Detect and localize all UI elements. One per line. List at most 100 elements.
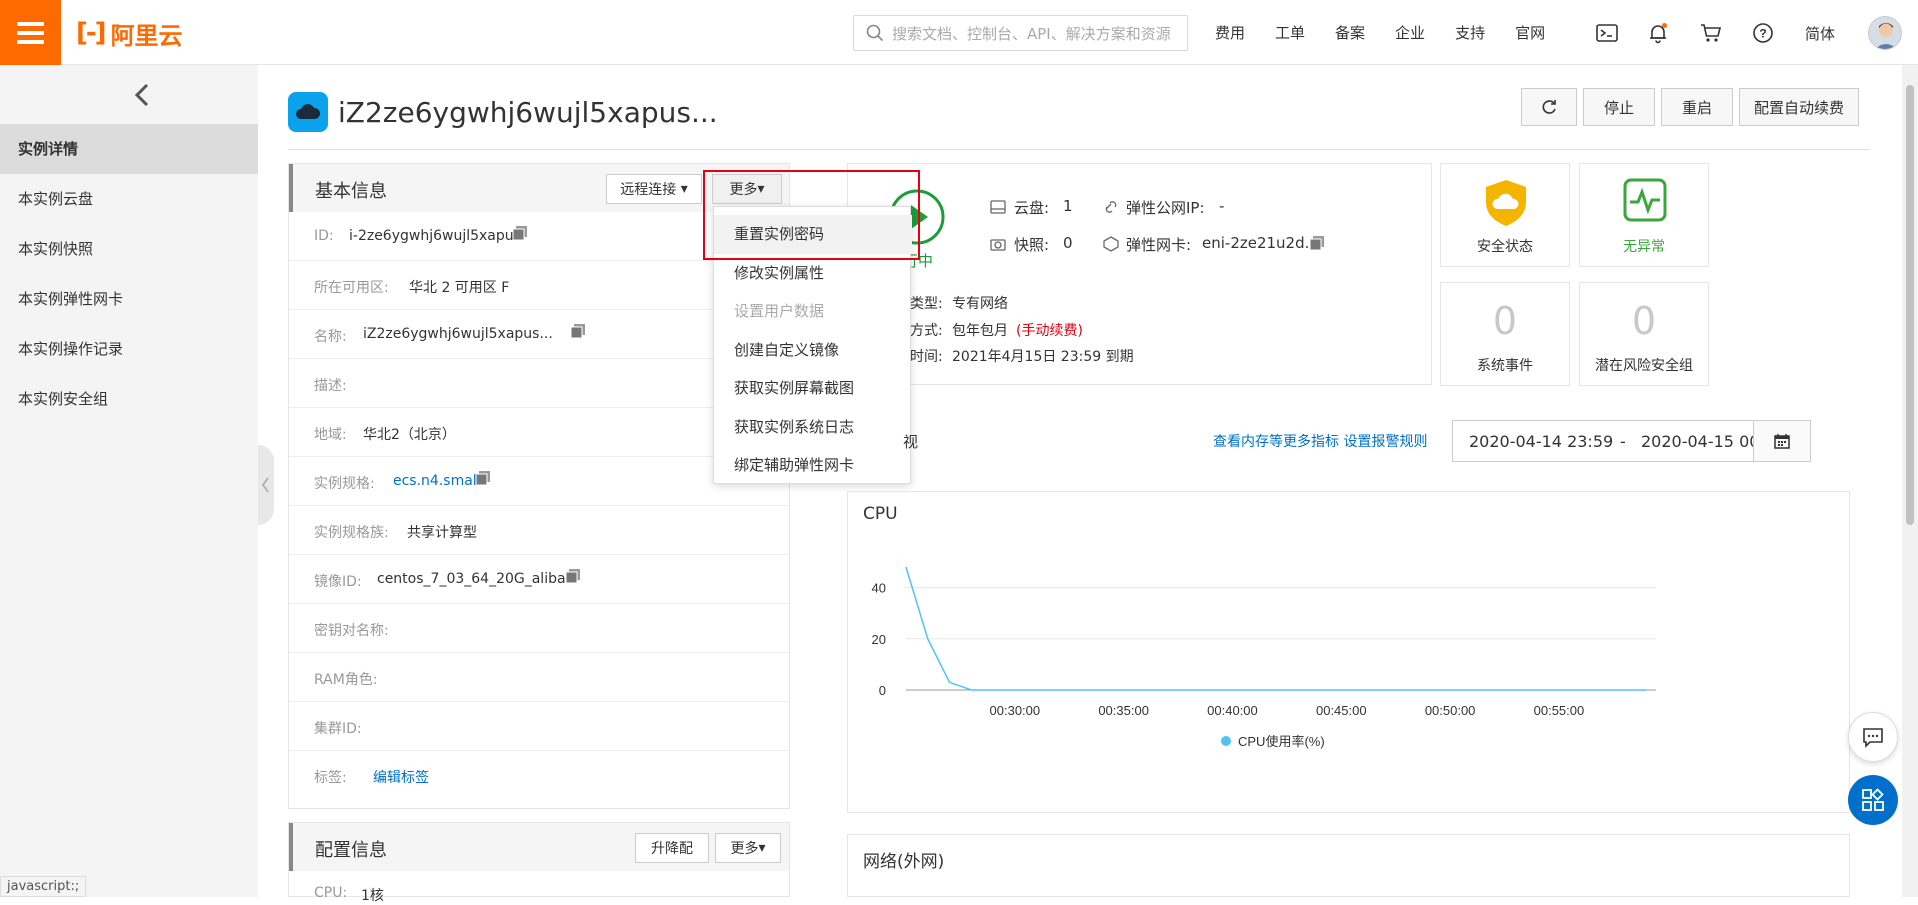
sidebar-item-enis[interactable]: 本实例弹性网卡 <box>0 274 258 324</box>
more-metrics-link[interactable]: 查看内存等更多指标 <box>1213 434 1339 450</box>
row-key: 名称: <box>314 329 347 345</box>
remote-connect-label: 远程连接 <box>620 182 677 198</box>
edit-tags-link[interactable]: 编辑标签 <box>373 767 429 787</box>
nav-enterprise[interactable]: 企业 <box>1395 22 1425 43</box>
risk-security-groups-tile[interactable]: 0 潜在风险安全组 <box>1579 282 1709 386</box>
eni-link[interactable]: eni-2ze21u2d... <box>1202 234 1319 252</box>
logo-text: 阿里云 <box>110 21 183 50</box>
monitor-title-partial: 视 <box>903 433 919 451</box>
restart-button[interactable]: 重启 <box>1661 88 1733 126</box>
calendar-icon <box>1774 434 1790 449</box>
refresh-button[interactable] <box>1521 88 1577 126</box>
instance-type-link[interactable]: ecs.n4.small <box>393 473 481 489</box>
config-info-panel: 配置信息 升降配 更多 ▾ CPU: 1核 <box>288 822 790 904</box>
snapshot-count-link[interactable]: 0 <box>1063 234 1073 252</box>
row-key: 集群ID: <box>314 721 362 737</box>
security-status-tile[interactable]: 安全状态 <box>1440 163 1570 267</box>
help-icon[interactable]: ? <box>1750 20 1776 46</box>
info-row-keypair: 密钥对名称: <box>289 604 789 653</box>
copy-icon[interactable] <box>476 471 490 485</box>
terminal-icon[interactable] <box>1594 20 1620 46</box>
alarm-rules-link[interactable]: 设置报警规则 <box>1343 434 1427 450</box>
sidebar-item-security-groups[interactable]: 本实例安全组 <box>0 374 258 424</box>
row-value: centos_7_03_64_20G_aliba... <box>377 571 579 587</box>
row-value: i-2ze6ygwhj6wujl5xapus <box>349 228 521 244</box>
stop-button[interactable]: 停止 <box>1583 88 1655 126</box>
menu-bind-secondary-eni[interactable]: 绑定辅助弹性网卡 <box>714 446 912 485</box>
menu-hamburger-button[interactable] <box>0 0 61 65</box>
x-tick-label: 00:30:00 <box>990 703 1041 718</box>
feedback-button[interactable] <box>1848 712 1898 762</box>
instance-actions: 停止 重启 配置自动续费 <box>1521 88 1859 126</box>
row-key: 标签: <box>314 770 347 786</box>
row-value: 华北 2 可用区 F <box>409 280 510 296</box>
back-chevron-icon[interactable] <box>128 80 158 110</box>
header-divider <box>288 149 1870 150</box>
copy-icon[interactable] <box>513 226 527 240</box>
page-scrollbar[interactable] <box>1902 65 1918 897</box>
copy-icon[interactable] <box>571 324 585 338</box>
network-chart-title: 网络(外网) <box>863 852 945 872</box>
bell-icon[interactable] <box>1645 20 1671 46</box>
menu-create-image[interactable]: 创建自定义镜像 <box>714 331 912 370</box>
sidebar-item-snapshots[interactable]: 本实例快照 <box>0 224 258 274</box>
nav-official-site[interactable]: 官网 <box>1515 22 1545 43</box>
sidebar-item-operation-logs[interactable]: 本实例操作记录 <box>0 324 258 374</box>
resize-button[interactable]: 升降配 <box>635 833 709 863</box>
info-row-cluster-id: 集群ID: <box>289 702 789 751</box>
remote-connect-button[interactable]: 远程连接 ▾ <box>606 174 702 204</box>
system-events-tile[interactable]: 0 系统事件 <box>1440 282 1570 386</box>
sidebar-item-instance-details[interactable]: 实例详情 <box>0 124 258 174</box>
x-tick-label: 00:35:00 <box>1098 703 1149 718</box>
health-status-tile[interactable]: 无异常 <box>1579 163 1709 267</box>
row-key: ID: <box>314 228 334 244</box>
nav-support[interactable]: 支持 <box>1455 22 1485 43</box>
security-status-label: 安全状态 <box>1477 239 1533 255</box>
apps-grid-icon <box>1862 788 1884 811</box>
legend-swatch <box>1221 736 1231 746</box>
expire-label: 时间: <box>910 349 943 365</box>
scrollbar-thumb[interactable] <box>1906 85 1914 525</box>
user-avatar[interactable] <box>1868 16 1902 50</box>
date-range-picker[interactable]: 2020-04-14 23:59 - 2020-04-15 00:59 <box>1452 420 1811 462</box>
calendar-button[interactable] <box>1753 421 1810 461</box>
copy-icon[interactable] <box>1310 236 1324 250</box>
search-input[interactable]: 搜索文档、控制台、API、解决方案和资源 <box>853 15 1188 51</box>
billing-value: 包年包月 <box>952 323 1008 339</box>
menu-set-user-data: 设置用户数据 <box>734 302 825 320</box>
top-nav: 费用 工单 备案 企业 支持 官网 <box>1200 0 1560 65</box>
language-switch[interactable]: 简体 <box>1805 23 1835 44</box>
legend-label: CPU使用率(%) <box>1238 734 1325 749</box>
auto-renew-button[interactable]: 配置自动续费 <box>1739 88 1859 126</box>
monitor-links: 查看内存等更多指标 设置报警规则 <box>1213 431 1427 451</box>
y-tick-label: 20 <box>872 632 886 647</box>
search-placeholder: 搜索文档、控制台、API、解决方案和资源 <box>892 24 1171 43</box>
config-more-label: 更多 <box>730 841 759 857</box>
config-more-button[interactable]: 更多 ▾ <box>715 833 781 863</box>
menu-get-screenshot[interactable]: 获取实例屏幕截图 <box>714 369 912 408</box>
copy-icon[interactable] <box>566 569 580 583</box>
aliyun-logo[interactable]: [-] 阿里云 <box>76 18 183 50</box>
disk-count-link[interactable]: 1 <box>1063 197 1073 215</box>
nav-icp[interactable]: 备案 <box>1335 22 1365 43</box>
x-tick-label: 00:45:00 <box>1316 703 1367 718</box>
cpu-value: 1核 <box>361 888 384 904</box>
cart-icon[interactable] <box>1698 20 1724 46</box>
manual-renew-link[interactable]: (手动续费) <box>1016 320 1083 340</box>
row-key: 镜像ID: <box>314 574 362 590</box>
eni-icon <box>1103 236 1119 252</box>
risk-security-groups-count: 0 <box>1631 299 1657 343</box>
sidebar-collapse-handle[interactable] <box>258 445 274 525</box>
row-key: 实例规格族: <box>314 525 389 541</box>
highlight-annotation-box <box>703 170 920 260</box>
x-tick-label: 00:40:00 <box>1207 703 1258 718</box>
x-tick-label: 00:55:00 <box>1534 703 1585 718</box>
menu-get-system-log[interactable]: 获取实例系统日志 <box>714 408 912 447</box>
row-value: 华北2（北京） <box>363 427 456 443</box>
nav-tickets[interactable]: 工单 <box>1275 22 1305 43</box>
sidebar-item-disks[interactable]: 本实例云盘 <box>0 174 258 224</box>
apps-button[interactable] <box>1848 775 1898 825</box>
y-tick-label: 40 <box>872 581 886 596</box>
billing-label: 方式: <box>910 323 943 339</box>
nav-fees[interactable]: 费用 <box>1215 22 1245 43</box>
